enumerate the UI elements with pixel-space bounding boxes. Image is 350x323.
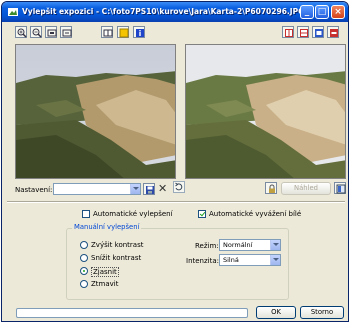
reset-icon[interactable] <box>173 181 185 193</box>
decrease-contrast-label: Snížit kontrast <box>91 254 142 262</box>
preview-after-image <box>185 44 346 179</box>
chevron-down-icon[interactable] <box>130 184 140 194</box>
compare-icon[interactable] <box>334 182 346 194</box>
intensity-label: Intenzita: <box>186 257 220 265</box>
darken-label: Ztmavit <box>91 280 119 288</box>
enhance-exposure-dialog: Vylepšit expozici - C:\foto7PS10\kurove\… <box>1 1 349 322</box>
preview-before-image <box>15 44 176 179</box>
title-bar[interactable]: Vylepšit expozici - C:\foto7PS10\kurove\… <box>2 2 348 22</box>
intensity-value: Silná <box>223 256 239 264</box>
manual-enhance-title: Manuální vylepšení <box>72 223 142 231</box>
mode-value: Normální <box>223 241 253 249</box>
actual-size-icon[interactable] <box>60 26 72 38</box>
window-title: Vylepšit expozici - C:\foto7PS10\kurove\… <box>22 7 305 16</box>
increase-contrast-label: Zvýšit kontrast <box>91 241 144 249</box>
layout-side-by-side-icon[interactable] <box>282 26 294 38</box>
preview-button[interactable]: Náhled <box>281 182 331 195</box>
fit-window-icon[interactable] <box>45 26 57 38</box>
close-button[interactable]: × <box>331 5 345 19</box>
radio-darken[interactable] <box>80 280 88 288</box>
zoom-in-icon[interactable] <box>15 26 27 38</box>
progress-bar <box>16 308 248 318</box>
brighten-label: Zjasnit <box>91 267 119 277</box>
cancel-button[interactable]: Storno <box>300 306 344 319</box>
app-icon <box>8 8 18 16</box>
auto-white-balance-label: Automatické vyvážení bílé <box>209 210 302 218</box>
maximize-button[interactable]: □ <box>315 5 329 19</box>
settings-combo[interactable] <box>53 183 141 195</box>
layout-top-bottom-icon[interactable] <box>297 26 309 38</box>
highlight-icon[interactable] <box>117 26 129 38</box>
settings-label: Nastavení: <box>15 186 53 194</box>
zoom-out-icon[interactable] <box>30 26 42 38</box>
layout-close-icon[interactable] <box>327 26 339 38</box>
mode-select[interactable]: Normální <box>219 239 281 251</box>
layout-single-icon[interactable] <box>312 26 324 38</box>
ok-button[interactable]: OK <box>256 306 296 319</box>
radio-brighten[interactable] <box>80 267 88 275</box>
auto-white-balance-checkbox[interactable] <box>198 210 206 218</box>
auto-enhance-checkbox[interactable] <box>82 210 90 218</box>
auto-enhance-label: Automatické vylepšení <box>93 210 173 218</box>
chevron-down-icon[interactable] <box>270 255 280 265</box>
split-view-icon[interactable] <box>101 26 113 38</box>
delete-icon[interactable]: ✕ <box>158 182 167 195</box>
radio-decrease-contrast[interactable] <box>80 254 88 262</box>
mode-label: Režim: <box>195 242 219 250</box>
intensity-select[interactable]: Silná <box>219 254 281 266</box>
minimize-button[interactable]: _ <box>300 5 314 19</box>
save-icon[interactable] <box>143 183 155 195</box>
radio-increase-contrast[interactable] <box>80 241 88 249</box>
lock-icon[interactable] <box>265 182 277 194</box>
divider <box>7 201 345 203</box>
chevron-down-icon[interactable] <box>270 240 280 250</box>
info-icon[interactable] <box>133 26 145 38</box>
